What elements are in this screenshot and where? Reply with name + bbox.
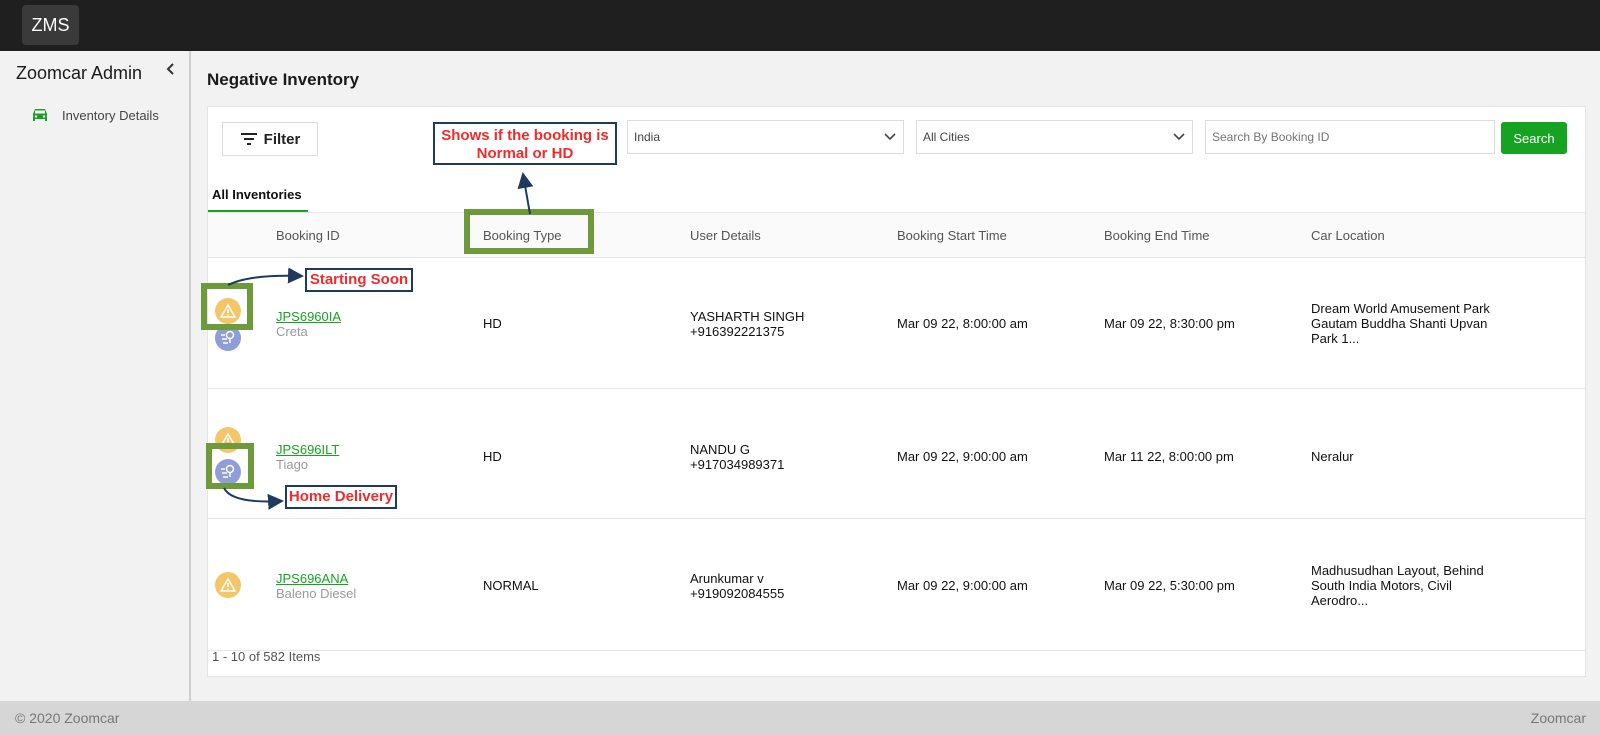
page-footer: © 2020 Zoomcar Zoomcar [0, 701, 1600, 735]
annotation-arrows [223, 172, 534, 510]
footer-brand: Zoomcar [1530, 710, 1586, 726]
copyright: © 2020 Zoomcar [15, 710, 120, 726]
